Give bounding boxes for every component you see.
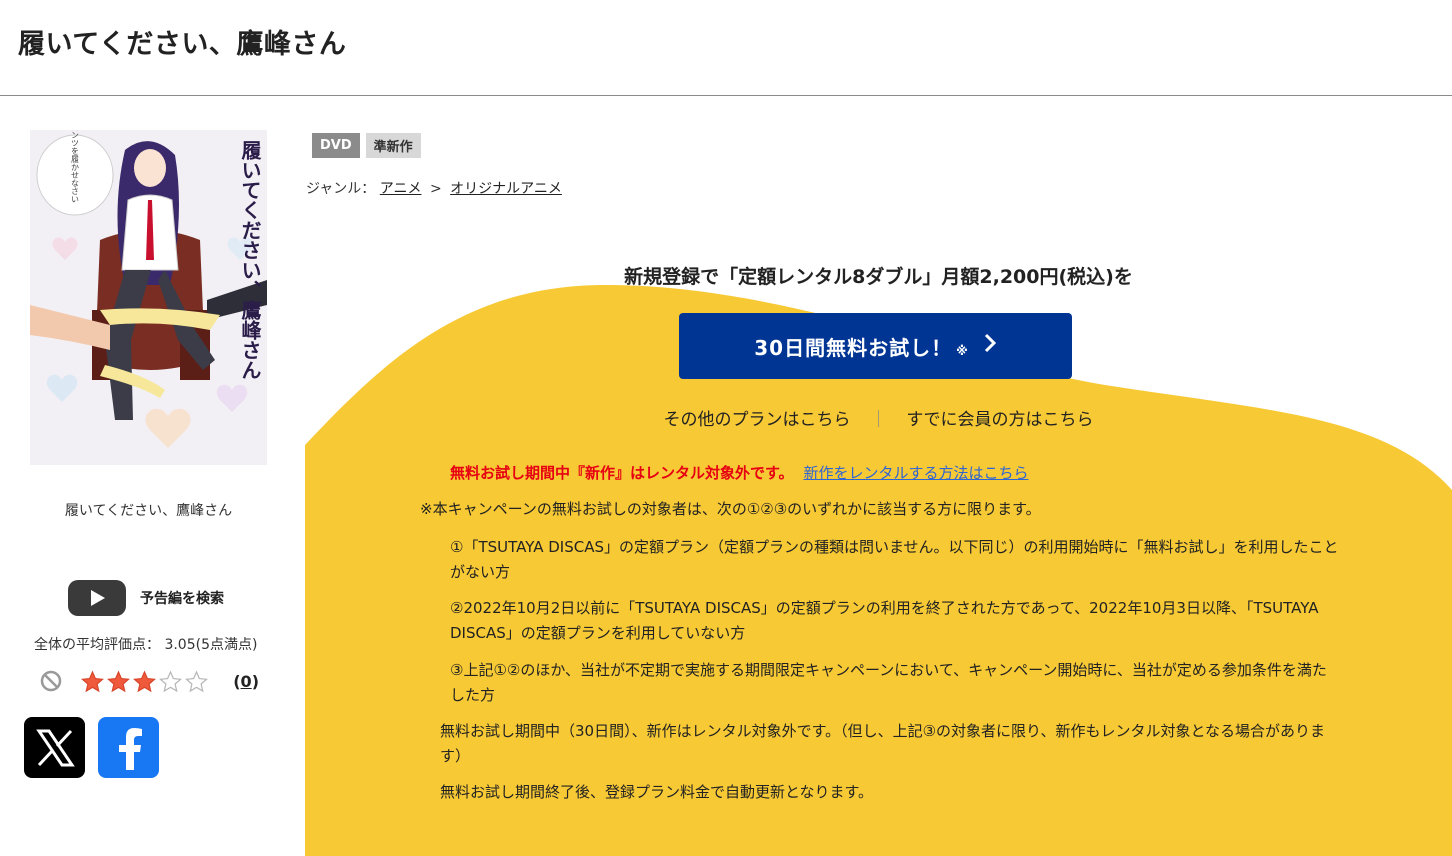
cover-tagline: 私にパンツを履かせなさい xyxy=(71,130,80,203)
terms-trial-note: 無料お試し期間中（30日間）、新作はレンタル対象外です。（但し、上記③の対象者に… xyxy=(440,722,1325,765)
promo-headline: 新規登録で「定額レンタル8ダブル」月額2,200円(税込)を xyxy=(624,266,1133,288)
star-icon[interactable] xyxy=(158,670,183,694)
rating-row: (0) xyxy=(40,668,265,698)
x-share-button[interactable] xyxy=(24,717,85,778)
facebook-logo-icon xyxy=(118,727,142,770)
star-icon[interactable] xyxy=(132,670,157,694)
youtube-play-icon[interactable] xyxy=(68,580,126,616)
trailer-search[interactable]: 予告編を検索 xyxy=(68,580,224,616)
badge-semi-new: 準新作 xyxy=(365,133,421,158)
trailer-search-label[interactable]: 予告編を検索 xyxy=(140,588,224,608)
review-open: ( xyxy=(233,672,241,691)
genre-separator: > xyxy=(429,181,442,197)
review-count-number[interactable]: 0 xyxy=(241,672,252,691)
member-login-link[interactable]: すでに会員の方はこちら xyxy=(906,410,1093,430)
cover-image[interactable]: 私にパンツを履かせなさい 履いてください、鷹峰さん xyxy=(30,130,267,465)
terms-auto-renew: 無料お試し期間終了後、登録プラン料金で自動更新となります。 xyxy=(440,783,874,801)
terms-intro: ※本キャンペーンの無料お試しの対象者は、次の①②③のいずれかに該当する方に限りま… xyxy=(420,500,1041,518)
cover-caption: 履いてください、鷹峰さん xyxy=(64,503,233,519)
badges: DVD 準新作 xyxy=(312,133,421,158)
facebook-share-button[interactable] xyxy=(98,717,159,778)
star-icon[interactable] xyxy=(106,670,131,694)
page-header: 履いてください、鷹峰さん xyxy=(0,0,1452,96)
rating-stars[interactable] xyxy=(80,670,209,694)
genre-breadcrumb: ジャンル： アニメ > オリジナルアニメ xyxy=(306,178,562,198)
new-release-warning: 無料お試し期間中『新作』はレンタル対象外です。 xyxy=(450,464,794,482)
free-trial-note: ※ xyxy=(956,344,969,358)
genre-link-original-anime[interactable]: オリジナルアニメ xyxy=(450,181,562,197)
terms-item-1: ①「TSUTAYA DISCAS」の定額プラン（定額プランの種類は問いません。以… xyxy=(450,538,1339,581)
genre-link-anime[interactable]: アニメ xyxy=(380,181,422,197)
cover-illustration: 私にパンツを履かせなさい 履いてください、鷹峰さん xyxy=(30,130,267,465)
plan-links: その他のプランはこちら ｜ すでに会員の方はこちら xyxy=(305,405,1452,430)
star-icon[interactable] xyxy=(80,670,105,694)
badge-dvd: DVD xyxy=(312,133,360,158)
average-rating: 全体の平均評価点： 3.05(5点満点) xyxy=(34,637,258,653)
cover-title-art: 履いてください、鷹峰さん xyxy=(238,140,262,380)
new-release-notice: 無料お試し期間中『新作』はレンタル対象外です。 新作をレンタルする方法はこちら xyxy=(450,462,1029,483)
terms-item-3: ③上記①②のほか、当社が不定期で実施する期間限定キャンペーンにおいて、キャンペー… xyxy=(450,661,1327,704)
x-logo-icon xyxy=(35,729,75,766)
review-count[interactable]: (0) xyxy=(233,672,259,691)
review-close: ) xyxy=(251,672,259,691)
genre-label: ジャンル： xyxy=(306,181,376,197)
star-icon[interactable] xyxy=(184,670,209,694)
other-plans-link[interactable]: その他のプランはこちら xyxy=(664,410,851,430)
rent-new-release-link[interactable]: 新作をレンタルする方法はこちら xyxy=(804,464,1029,482)
terms-item-2: ②2022年10月2日以前に「TSUTAYA DISCAS」の定額プランの利用を… xyxy=(450,599,1319,642)
free-trial-label: 30日間無料お試し！ xyxy=(754,335,953,360)
plan-links-divider: ｜ xyxy=(869,410,887,430)
chevron-right-icon xyxy=(983,333,997,359)
no-entry-icon[interactable] xyxy=(40,670,62,696)
page-title: 履いてください、鷹峰さん xyxy=(18,29,347,60)
free-trial-button[interactable]: 30日間無料お試し！ ※ xyxy=(679,313,1072,379)
